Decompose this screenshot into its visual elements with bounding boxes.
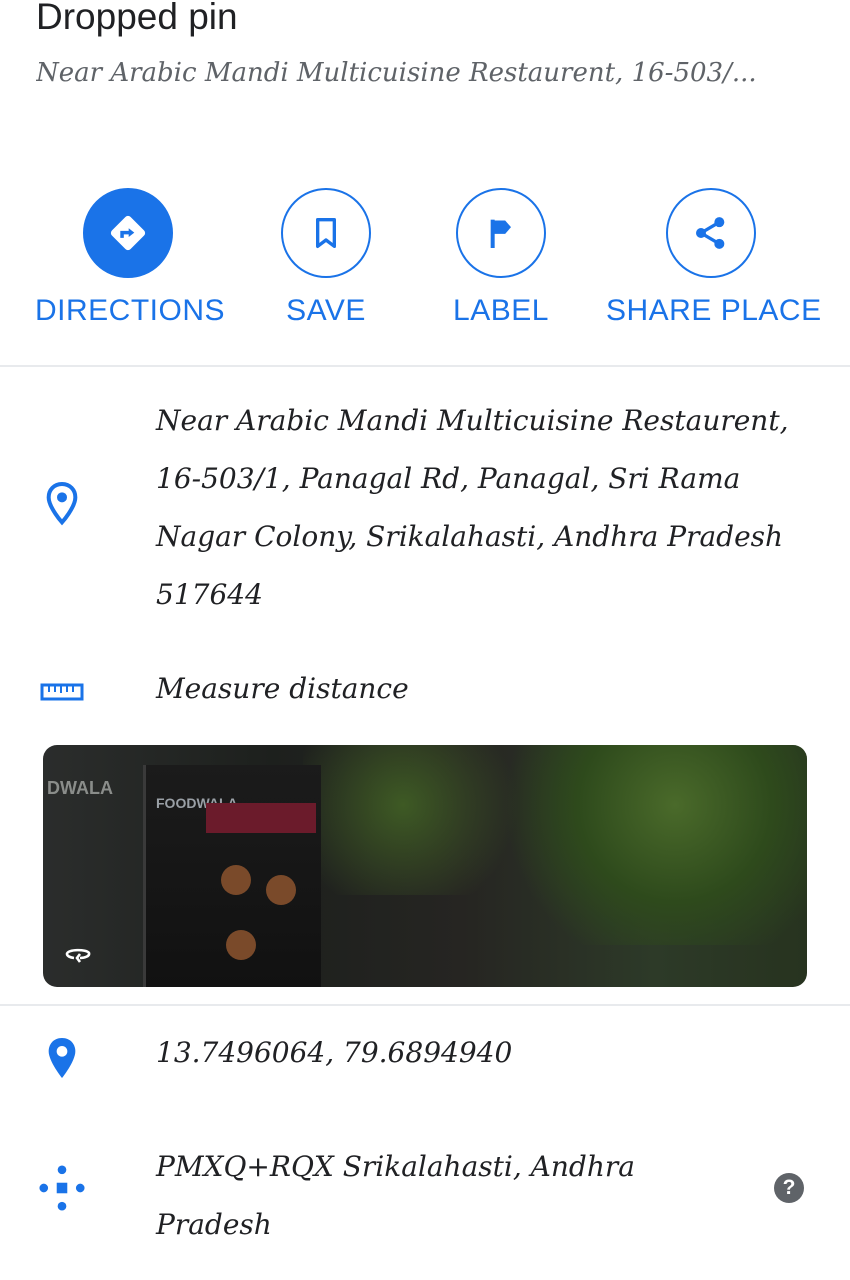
flag-icon (490, 219, 511, 248)
dish-image (226, 930, 256, 960)
save-label: SAVE (286, 294, 366, 327)
share-icon (696, 217, 725, 249)
divider (0, 365, 850, 367)
ruler-icon (40, 683, 84, 701)
action-bar: DIRECTIONS SAVE LABEL SHARE PLACE (0, 188, 850, 338)
directions-label: DIRECTIONS (35, 294, 226, 327)
share-place-label: SHARE PLACE (606, 294, 822, 327)
place-subtitle: Near Arabic Mandi Multicuisine Restauren… (36, 58, 757, 88)
street-view-thumbnail[interactable]: DWALA FOODWALA (43, 745, 807, 987)
place-title: Dropped pin (36, 0, 238, 37)
menu-board-banner (206, 803, 316, 833)
dish-image (221, 865, 251, 895)
filled-location-pin-icon (48, 1038, 76, 1078)
dish-image (266, 875, 296, 905)
save-button[interactable]: SAVE (281, 188, 371, 328)
bookmark-icon (316, 218, 336, 248)
location-pin-icon (46, 481, 78, 526)
directions-icon (110, 215, 146, 251)
street-view-360-icon (65, 948, 91, 963)
label-label: LABEL (453, 294, 549, 327)
plus-code-icon (39, 1165, 85, 1211)
storefront-sign-text: DWALA (47, 778, 113, 798)
help-icon[interactable]: ? (774, 1173, 804, 1203)
plus-code-row-icon (38, 1163, 86, 1213)
measure-distance-item[interactable]: Measure distance (156, 672, 409, 705)
foliage (477, 745, 807, 945)
measure-row-icon (38, 682, 86, 702)
share-place-button[interactable]: SHARE PLACE (606, 188, 822, 328)
address-text[interactable]: Near Arabic Mandi Multicuisine Restauren… (156, 392, 816, 624)
coordinates-row-icon (38, 1035, 86, 1081)
plus-code-text[interactable]: PMXQ+RQX Srikalahasti, Andhra Pradesh (156, 1138, 716, 1254)
address-row-icon (38, 480, 86, 528)
directions-button[interactable]: DIRECTIONS (35, 188, 226, 328)
divider (0, 1004, 850, 1006)
menu-board: FOODWALA (143, 765, 321, 987)
coordinates-text[interactable]: 13.7496064, 79.6894940 (156, 1036, 512, 1069)
label-button[interactable]: LABEL (452, 188, 550, 328)
